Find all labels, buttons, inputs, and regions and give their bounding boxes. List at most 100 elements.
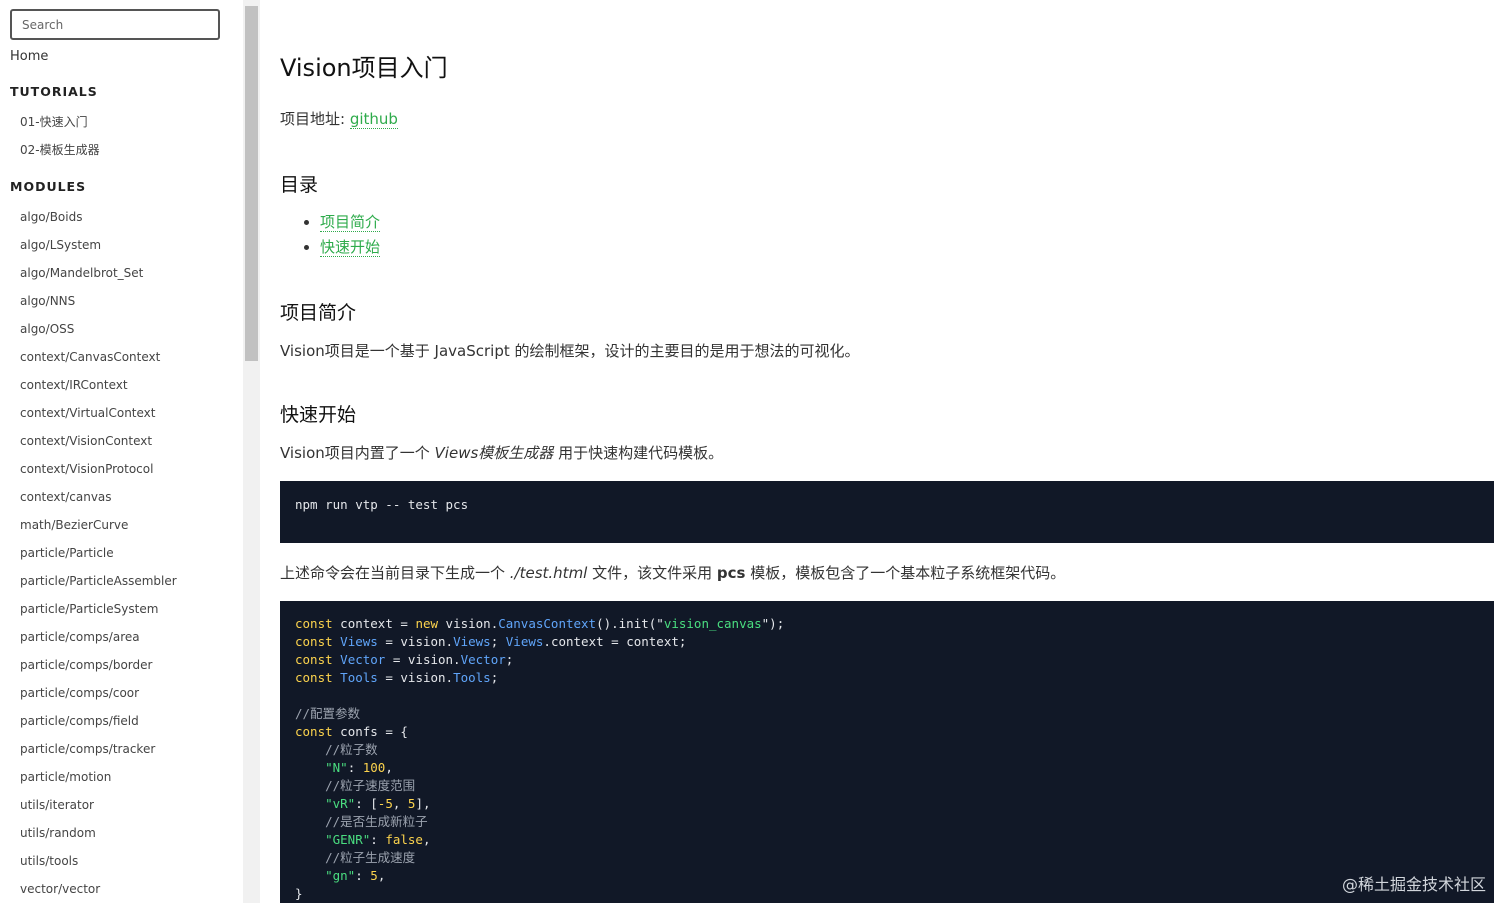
nav-link[interactable]: utils/tools: [20, 854, 78, 868]
class-name: Views: [505, 634, 544, 649]
nav-link[interactable]: utils/iterator: [20, 798, 94, 812]
nav-link[interactable]: particle/Particle: [20, 546, 114, 560]
keyword: const: [295, 670, 333, 685]
nav-link[interactable]: algo/Boids: [20, 210, 82, 224]
toc-item: 快速开始: [320, 236, 381, 261]
text-fragment: 模板，模板包含了一个基本粒子系统框架代码。: [745, 564, 1066, 582]
nav-item-module[interactable]: context/VirtualContext: [20, 399, 177, 427]
nav-link[interactable]: context/CanvasContext: [20, 350, 160, 364]
nav-link[interactable]: context/IRContext: [20, 378, 128, 392]
search-input[interactable]: [12, 11, 212, 38]
template-name: pcs: [716, 564, 746, 582]
nav-item-module[interactable]: algo/OSS: [20, 315, 177, 343]
nav-item-module[interactable]: particle/comps/area: [20, 623, 177, 651]
code-token: confs = {: [332, 724, 408, 739]
nav-item-module[interactable]: particle/ParticleSystem: [20, 595, 177, 623]
nav-link[interactable]: context/VisionContext: [20, 434, 152, 448]
class-name: Vector: [460, 652, 506, 667]
nav-item-module[interactable]: context/CanvasContext: [20, 343, 177, 371]
nav-link[interactable]: algo/OSS: [20, 322, 74, 336]
intro-heading: 项目简介: [280, 302, 357, 324]
main-content: Vision项目入门 项目地址: github 目录 项目简介 快速开始 项目简…: [280, 0, 1494, 903]
nav-link[interactable]: context/VirtualContext: [20, 406, 156, 420]
nav-link[interactable]: 01-快速入门: [20, 115, 88, 129]
nav-item-module[interactable]: particle/comps/coor: [20, 679, 177, 707]
boolean-literal: false: [385, 832, 423, 847]
toc-link-quickstart[interactable]: 快速开始: [320, 238, 381, 257]
nav-item-module[interactable]: context/VisionProtocol: [20, 455, 177, 483]
nav-item-module[interactable]: utils/random: [20, 819, 177, 847]
text-fragment: 文件，该文件采用: [587, 564, 717, 582]
nav-item-module[interactable]: algo/LSystem: [20, 231, 177, 259]
nav-link[interactable]: algo/LSystem: [20, 238, 101, 252]
nav-link[interactable]: particle/comps/field: [20, 714, 139, 728]
home-link[interactable]: Home: [10, 49, 48, 64]
nav-item-module[interactable]: math/BezierCurve: [20, 511, 177, 539]
nav-item-module[interactable]: context/IRContext: [20, 371, 177, 399]
modules-list: algo/Boids algo/LSystem algo/Mandelbrot_…: [20, 203, 177, 903]
project-url: 项目地址: github: [280, 108, 398, 129]
nav-link[interactable]: 02-模板生成器: [20, 143, 100, 157]
nav-link[interactable]: particle/comps/border: [20, 658, 152, 672]
source-code-block: const context = new vision.CanvasContext…: [280, 601, 1494, 903]
nav-link[interactable]: utils/random: [20, 826, 96, 840]
nav-item-module[interactable]: particle/motion: [20, 763, 177, 791]
nav-link[interactable]: vector/vector: [20, 882, 100, 896]
nav-link[interactable]: particle/ParticleSystem: [20, 602, 158, 616]
sidebar-scrollbar[interactable]: [243, 0, 260, 903]
keyword: new: [415, 616, 439, 631]
nav-item-module[interactable]: particle/comps/border: [20, 651, 177, 679]
number-literal: 5: [407, 796, 416, 811]
code-token: vision.: [445, 616, 499, 631]
nav-item-module[interactable]: algo/Boids: [20, 203, 177, 231]
toc-link-intro[interactable]: 项目简介: [320, 213, 381, 232]
project-url-label: 项目地址:: [280, 110, 350, 128]
nav-item-module[interactable]: vector/vector: [20, 875, 177, 903]
nav-link[interactable]: algo/NNS: [20, 294, 75, 308]
nav-item-module[interactable]: utils/iterator: [20, 791, 177, 819]
code-token: = vision.: [377, 634, 454, 649]
nav-link[interactable]: context/canvas: [20, 490, 112, 504]
code-token: ().init(": [596, 616, 664, 631]
nav-link[interactable]: particle/comps/area: [20, 630, 140, 644]
nav-item-module[interactable]: particle/ParticleAssembler: [20, 567, 177, 595]
keyword: const: [295, 616, 333, 631]
nav-link[interactable]: particle/comps/coor: [20, 686, 139, 700]
nav-item-module[interactable]: context/VisionContext: [20, 427, 177, 455]
keyword: const: [295, 634, 333, 649]
number-literal: 5: [370, 868, 378, 883]
code-token: ");: [761, 616, 785, 631]
nav-link[interactable]: context/VisionProtocol: [20, 462, 153, 476]
code-token: context =: [332, 616, 416, 631]
code-token: ;: [505, 652, 514, 667]
nav-item-module[interactable]: particle/Particle: [20, 539, 177, 567]
nav-item-tutorial[interactable]: 01-快速入门: [20, 108, 100, 136]
nav-item-tutorial[interactable]: 02-模板生成器: [20, 136, 100, 164]
scrollbar-thumb[interactable]: [245, 6, 258, 361]
nav-item-module[interactable]: algo/NNS: [20, 287, 177, 315]
number-literal: -5: [377, 796, 393, 811]
string-literal: "GENR": [325, 832, 371, 847]
nav-link[interactable]: math/BezierCurve: [20, 518, 128, 532]
intro-text: Vision项目是一个基于 JavaScript 的绘制框架，设计的主要目的是用…: [280, 342, 860, 360]
nav-link[interactable]: particle/ParticleAssembler: [20, 574, 177, 588]
nav-link[interactable]: particle/comps/tracker: [20, 742, 155, 756]
nav-item-module[interactable]: algo/Mandelbrot_Set: [20, 259, 177, 287]
nav-item-module[interactable]: particle/comps/field: [20, 707, 177, 735]
code-token: = vision.: [377, 670, 454, 685]
nav-link[interactable]: algo/Mandelbrot_Set: [20, 266, 143, 280]
nav-item-module[interactable]: context/canvas: [20, 483, 177, 511]
command-description: 上述命令会在当前目录下生成一个 ./test.html 文件，该文件采用 pcs…: [280, 562, 1065, 583]
tutorials-heading: TUTORIALS: [10, 84, 98, 99]
text-fragment: 用于快速构建代码模板。: [553, 444, 724, 462]
command-code-block: npm run vtp -- test pcs: [280, 481, 1494, 543]
github-link[interactable]: github: [349, 110, 398, 129]
string-literal: "N": [325, 760, 348, 775]
watermark: @稀土掘金技术社区: [1341, 875, 1486, 894]
nav-item-module[interactable]: particle/comps/tracker: [20, 735, 177, 763]
class-name: Vector: [340, 652, 386, 667]
nav-link[interactable]: particle/motion: [20, 770, 111, 784]
code-token: = vision.: [385, 652, 461, 667]
nav-item-module[interactable]: utils/tools: [20, 847, 177, 875]
modules-heading: MODULES: [10, 179, 87, 194]
